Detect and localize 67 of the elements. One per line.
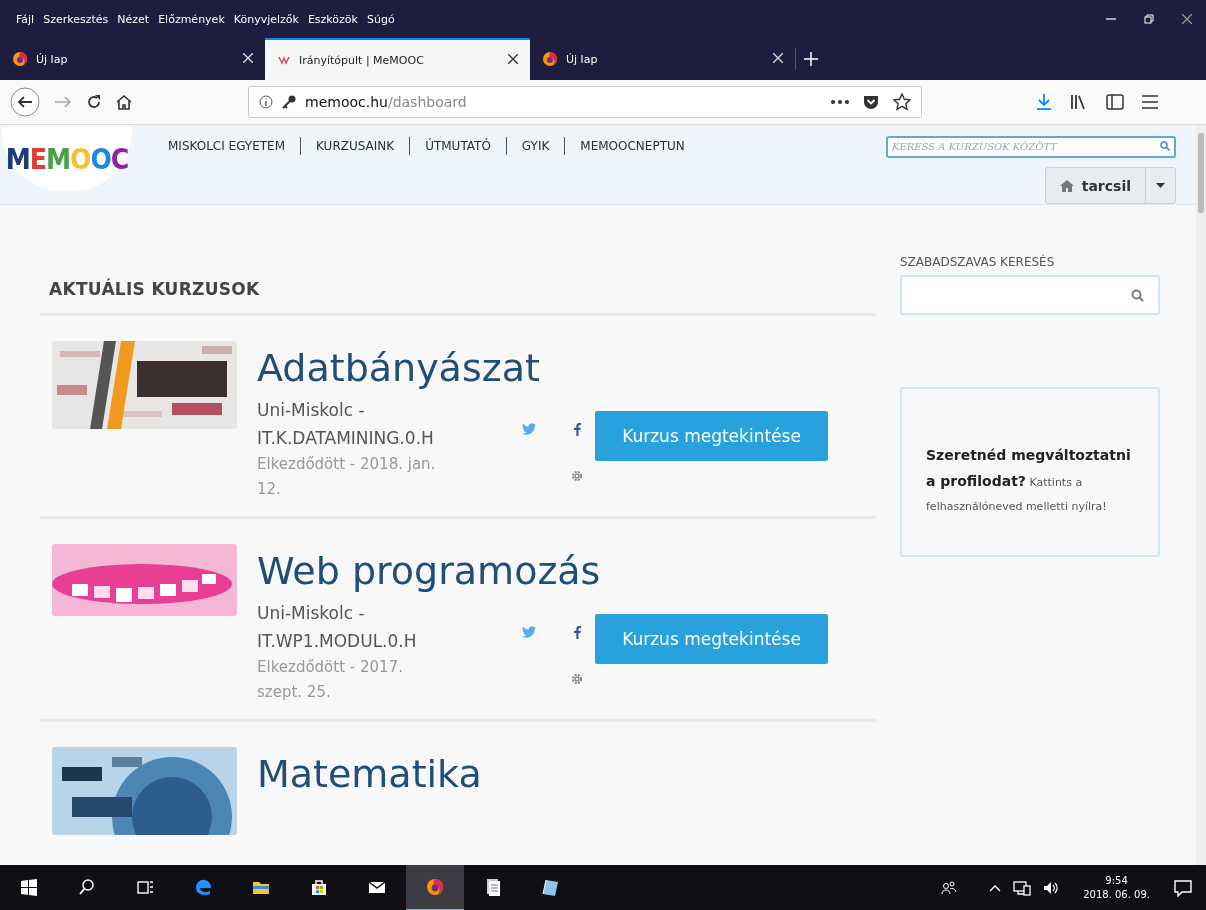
menu-item[interactable]: Nézet bbox=[117, 12, 150, 26]
notification-icon[interactable] bbox=[1174, 878, 1192, 897]
sidebar-icon[interactable] bbox=[1106, 94, 1124, 110]
facebook-icon[interactable] bbox=[573, 423, 581, 436]
gear-icon[interactable] bbox=[571, 673, 583, 685]
nav-link[interactable]: KURZUSAINK bbox=[301, 139, 410, 153]
nav-link[interactable]: MEMOOCNEPTUN bbox=[565, 139, 700, 153]
key-icon bbox=[281, 94, 297, 110]
site-logo[interactable]: MEMOOC bbox=[2, 127, 132, 191]
gear-icon[interactable] bbox=[571, 470, 583, 482]
firefox-icon[interactable] bbox=[426, 877, 444, 896]
more-icon[interactable] bbox=[831, 100, 849, 104]
reload-icon[interactable] bbox=[86, 94, 102, 110]
browser-tab[interactable]: Irányítópult | MeMOOC bbox=[265, 38, 530, 80]
course-code: Uni-Miskolc - IT.WP1.MODUL.0.H bbox=[257, 602, 418, 654]
browser-tab[interactable]: Új lap bbox=[530, 38, 795, 80]
course-title[interactable]: Adatbányászat bbox=[257, 341, 540, 397]
course-start-date: Elkezdődött - 2017. szept. 25. bbox=[257, 657, 404, 704]
caret-icon bbox=[1156, 183, 1165, 188]
restore-icon[interactable] bbox=[1144, 14, 1154, 24]
scrollbar[interactable] bbox=[1196, 125, 1206, 865]
chevron-up-icon[interactable] bbox=[989, 883, 1002, 892]
library-icon[interactable] bbox=[1070, 94, 1088, 110]
clock[interactable]: 9:54 2018. 06. 09. bbox=[1083, 873, 1150, 902]
network-icon[interactable] bbox=[1013, 879, 1032, 896]
menu-item[interactable]: Szerkesztés bbox=[43, 12, 109, 26]
windows-start-icon[interactable] bbox=[20, 877, 38, 896]
firefox-icon bbox=[542, 51, 558, 67]
notebook-icon[interactable] bbox=[542, 877, 560, 896]
url-text: memooc.hu/dashboard bbox=[305, 94, 467, 110]
people-icon[interactable] bbox=[941, 879, 958, 896]
menu-item[interactable]: Súgó bbox=[366, 12, 395, 26]
close-icon[interactable] bbox=[1182, 14, 1192, 24]
document-stack-icon[interactable] bbox=[484, 877, 502, 896]
home-icon bbox=[1059, 179, 1074, 192]
menu-item[interactable]: Eszközök bbox=[307, 12, 358, 26]
firefox-icon bbox=[12, 51, 28, 67]
search-field[interactable]: KERESS A KURZUSOK KÖZÖTT bbox=[886, 135, 1176, 158]
menu-item[interactable]: Előzmények bbox=[158, 12, 225, 26]
search-label: SZABADSZAVAS KERESÉS bbox=[900, 255, 1056, 269]
home-icon[interactable] bbox=[116, 94, 132, 110]
star-icon[interactable] bbox=[893, 93, 911, 111]
back-icon[interactable] bbox=[10, 87, 40, 117]
course-start-date: Elkezdődött - 2018. jan. 12. bbox=[257, 454, 437, 501]
search-icon[interactable] bbox=[78, 877, 96, 896]
volume-icon[interactable] bbox=[1043, 880, 1060, 895]
course-code: Uni-Miskolc - IT.K.DATAMINING.0.H bbox=[257, 399, 435, 451]
profile-hint-text: Szeretnéd megváltoztatni a profilodat? Kattints a felhasználóneved melletti nyílra! bbox=[926, 446, 1132, 515]
nav-link[interactable]: GYIK bbox=[506, 139, 565, 153]
menu-icon[interactable] bbox=[1142, 95, 1158, 109]
address-bar[interactable]: memooc.hu/dashboard bbox=[248, 86, 922, 118]
plus-icon[interactable] bbox=[804, 52, 818, 66]
store-icon[interactable] bbox=[310, 877, 328, 896]
edge-browser-icon[interactable] bbox=[194, 877, 212, 896]
menu-item[interactable]: Fájl bbox=[16, 12, 35, 26]
download-icon[interactable] bbox=[1036, 93, 1052, 111]
pocket-icon[interactable] bbox=[863, 94, 879, 110]
browser-tab[interactable]: Új lap bbox=[0, 38, 265, 80]
nav-link[interactable]: ÚTMUTATÓ bbox=[410, 139, 506, 153]
course-title[interactable]: Web programozás bbox=[257, 544, 601, 600]
nav-link[interactable]: MISKOLCI EGYETEM bbox=[168, 139, 301, 153]
facebook-icon[interactable] bbox=[573, 626, 581, 639]
info-icon[interactable] bbox=[259, 95, 273, 109]
section-title: AKTUÁLIS KURZUSOK bbox=[49, 279, 260, 316]
menu-item[interactable]: Könyvjelzők bbox=[233, 12, 299, 26]
course-title[interactable]: Matematika bbox=[257, 747, 482, 803]
close-icon[interactable] bbox=[508, 53, 518, 64]
